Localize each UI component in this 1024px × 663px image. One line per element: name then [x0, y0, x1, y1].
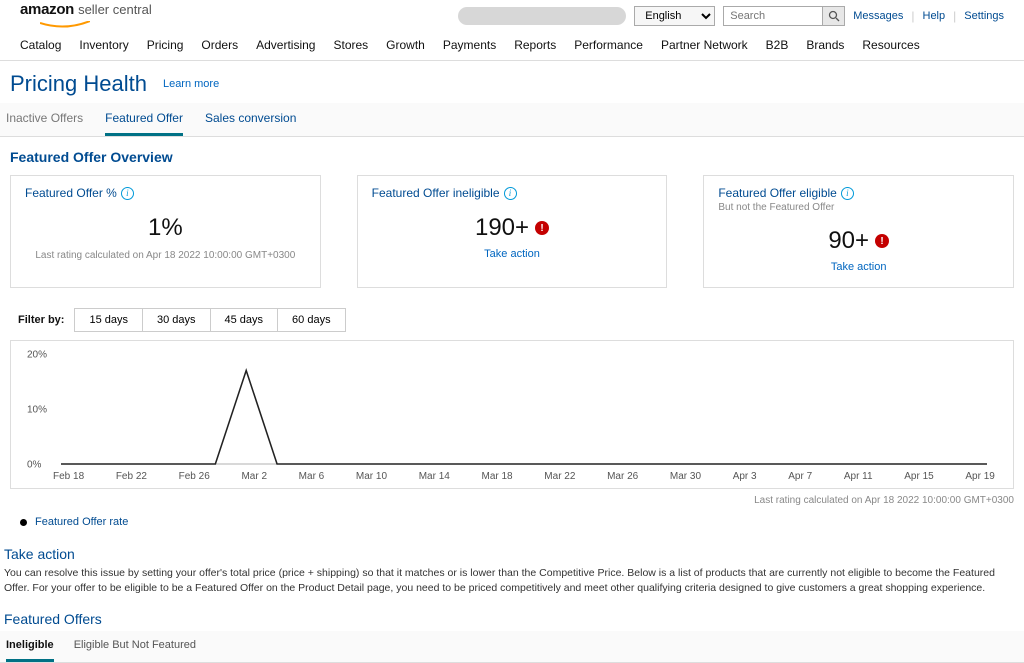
search-icon: [828, 10, 840, 22]
y-tick-20: 20%: [27, 350, 47, 361]
divider: |: [911, 9, 914, 23]
nav-brands[interactable]: Brands: [806, 38, 844, 52]
nav-growth[interactable]: Growth: [386, 38, 425, 52]
x-tick: Apr 3: [733, 471, 757, 482]
search-box: [723, 6, 845, 26]
settings-link[interactable]: Settings: [964, 10, 1004, 22]
sub-nav: Inactive Offers Featured Offer Sales con…: [0, 103, 1024, 137]
card-featured-offer-ineligible: Featured Offer ineligible i 190+ ! Take …: [357, 175, 668, 288]
x-tick: Apr 15: [904, 471, 933, 482]
legend-dot-icon: [20, 519, 27, 526]
filter-row: Filter by: 15 days 30 days 45 days 60 da…: [0, 288, 1024, 340]
x-tick: Mar 14: [419, 471, 450, 482]
alert-icon: !: [875, 234, 889, 248]
learn-more-link[interactable]: Learn more: [163, 78, 219, 90]
nav-performance[interactable]: Performance: [574, 38, 643, 52]
take-action-link[interactable]: Take action: [372, 248, 653, 260]
card-featured-offer-pct: Featured Offer % i 1% Last rating calcul…: [10, 175, 321, 288]
nav-partner-network[interactable]: Partner Network: [661, 38, 748, 52]
card-featured-offer-eligible: Featured Offer eligible i But not the Fe…: [703, 175, 1014, 288]
line-chart: [61, 355, 987, 465]
tab-eligible-not-featured[interactable]: Eligible But Not Featured: [74, 639, 196, 662]
card-value: 90+: [828, 227, 869, 255]
filter-15-days[interactable]: 15 days: [74, 308, 143, 332]
chart-container: 20% 10% 0% Feb 18 Feb 22 Feb 26 Mar 2 Ma…: [10, 340, 1014, 489]
filter-45-days[interactable]: 45 days: [211, 308, 279, 332]
nav-reports[interactable]: Reports: [514, 38, 556, 52]
take-action-link[interactable]: Take action: [718, 261, 999, 273]
filter-60-days[interactable]: 60 days: [278, 308, 346, 332]
card-footer: Last rating calculated on Apr 18 2022 10…: [25, 250, 306, 261]
chart-area: 20% 10% 0%: [61, 355, 987, 465]
card-value: 1%: [148, 214, 183, 242]
tab-ineligible[interactable]: Ineligible: [6, 639, 54, 662]
card-title: Featured Offer %: [25, 186, 117, 200]
x-tick: Feb 26: [179, 471, 210, 482]
nav-catalog[interactable]: Catalog: [20, 38, 61, 52]
nav-stores[interactable]: Stores: [333, 38, 368, 52]
x-tick: Apr 19: [965, 471, 994, 482]
filter-group: 15 days 30 days 45 days 60 days: [74, 308, 345, 332]
x-tick: Mar 10: [356, 471, 387, 482]
card-title: Featured Offer ineligible: [372, 186, 500, 200]
page-title: Pricing Health: [10, 71, 147, 97]
amazon-smile-icon: [40, 21, 90, 29]
card-value: 190+: [475, 214, 529, 242]
nav-resources[interactable]: Resources: [862, 38, 919, 52]
nav-pricing[interactable]: Pricing: [147, 38, 184, 52]
logo-seller-text: seller central: [78, 2, 152, 17]
featured-offers-title: Featured Offers: [0, 605, 1024, 631]
x-tick: Mar 6: [299, 471, 325, 482]
x-tick: Apr 11: [844, 471, 873, 482]
messages-link[interactable]: Messages: [853, 10, 903, 22]
overview-title: Featured Offer Overview: [0, 137, 1024, 175]
nav-payments[interactable]: Payments: [443, 38, 496, 52]
search-button[interactable]: [823, 6, 845, 26]
nav-orders[interactable]: Orders: [201, 38, 238, 52]
top-header: amazon seller central English Messages |…: [0, 0, 1024, 28]
nav-advertising[interactable]: Advertising: [256, 38, 315, 52]
tab-featured-offer[interactable]: Featured Offer: [105, 111, 183, 136]
x-tick: Apr 7: [788, 471, 812, 482]
x-axis-labels: Feb 18 Feb 22 Feb 26 Mar 2 Mar 6 Mar 10 …: [53, 471, 995, 482]
info-icon[interactable]: i: [841, 187, 854, 200]
x-tick: Feb 22: [116, 471, 147, 482]
x-tick: Mar 22: [544, 471, 575, 482]
featured-offers-tabs: Ineligible Eligible But Not Featured: [0, 631, 1024, 663]
language-select[interactable]: English: [634, 6, 715, 26]
info-icon[interactable]: i: [504, 187, 517, 200]
logo[interactable]: amazon seller central: [20, 1, 152, 32]
card-title: Featured Offer eligible: [718, 186, 837, 200]
alert-icon: !: [535, 221, 549, 235]
divider: |: [953, 9, 956, 23]
main-nav: Catalog Inventory Pricing Orders Adverti…: [0, 28, 1024, 61]
nav-b2b[interactable]: B2B: [766, 38, 789, 52]
x-tick: Mar 18: [482, 471, 513, 482]
search-input[interactable]: [723, 6, 823, 26]
y-tick-0: 0%: [27, 460, 41, 471]
logo-amazon-text: amazon: [20, 1, 74, 18]
card-subtitle: But not the Featured Offer: [718, 202, 999, 213]
overview-cards: Featured Offer % i 1% Last rating calcul…: [0, 175, 1024, 288]
chart-legend: Featured Offer rate: [0, 506, 1024, 536]
nav-inventory[interactable]: Inventory: [79, 38, 128, 52]
y-tick-10: 10%: [27, 405, 47, 416]
page-title-row: Pricing Health Learn more: [0, 61, 1024, 103]
help-link[interactable]: Help: [923, 10, 946, 22]
info-icon[interactable]: i: [121, 187, 134, 200]
x-tick: Mar 2: [241, 471, 267, 482]
take-action-text: You can resolve this issue by setting yo…: [0, 566, 1024, 605]
legend-label: Featured Offer rate: [35, 516, 128, 528]
account-pill[interactable]: [458, 7, 626, 25]
x-tick: Mar 30: [670, 471, 701, 482]
tab-inactive-offers[interactable]: Inactive Offers: [6, 111, 83, 136]
chart-footer: Last rating calculated on Apr 18 2022 10…: [0, 495, 1014, 506]
filter-30-days[interactable]: 30 days: [143, 308, 211, 332]
tab-sales-conversion[interactable]: Sales conversion: [205, 111, 296, 136]
filter-label: Filter by:: [18, 314, 64, 326]
take-action-title: Take action: [0, 536, 1024, 566]
x-tick: Feb 18: [53, 471, 84, 482]
x-tick: Mar 26: [607, 471, 638, 482]
